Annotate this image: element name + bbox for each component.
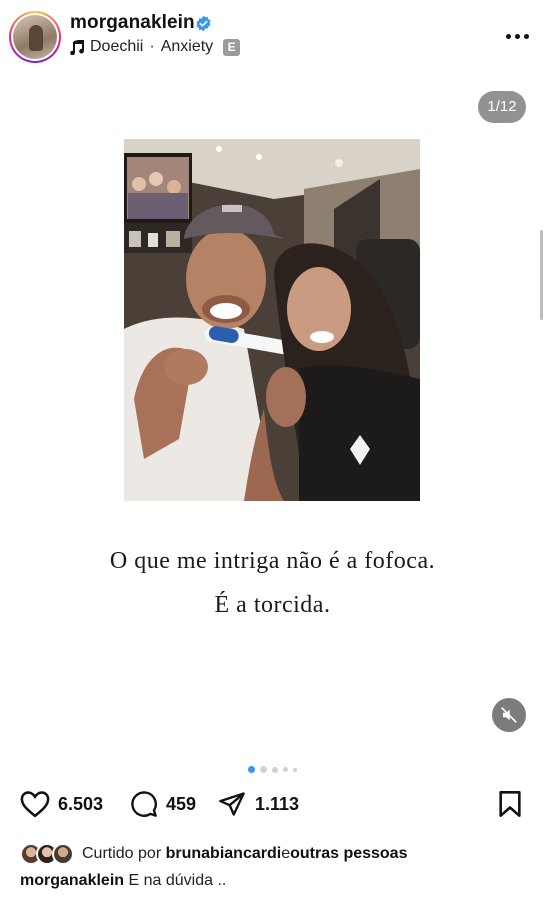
liked-by-avatars — [20, 843, 74, 865]
like-button[interactable]: 6.503 — [20, 790, 103, 818]
save-button[interactable] — [498, 790, 522, 818]
liked-by-others[interactable]: outras pessoas — [290, 845, 407, 863]
carousel-dot-active — [248, 766, 255, 773]
verified-badge-icon — [196, 15, 211, 32]
music-track[interactable]: Doechii · Anxiety E — [70, 38, 241, 56]
post-header: morganaklein Doechii · Anxiety E — [0, 0, 545, 72]
liked-by-user[interactable]: brunabiancardi — [166, 845, 282, 863]
carousel-dot — [272, 766, 278, 773]
username[interactable]: morganaklein — [70, 12, 195, 34]
liked-by-row[interactable]: Curtido por brunabiancardi e outras pess… — [20, 843, 407, 865]
artist-name: Doechii — [90, 38, 144, 55]
profile-avatar[interactable] — [9, 11, 61, 63]
more-options-button[interactable] — [503, 24, 531, 48]
post-text-line-2: É a torcida. — [214, 592, 331, 618]
speaker-muted-icon — [501, 707, 517, 723]
liked-by-prefix: Curtido por — [82, 845, 162, 862]
more-horizontal-icon — [505, 33, 511, 39]
heart-icon — [20, 791, 50, 818]
caption-text: E na dúvida .. — [128, 872, 227, 889]
action-bar: 6.503 459 1.113 — [0, 790, 545, 826]
song-name: Anxiety — [160, 38, 214, 55]
comment-count: 459 — [166, 793, 197, 814]
comment-button[interactable]: 459 — [130, 790, 196, 818]
post-text-line-1: O que me intriga não é a fofoca. — [109, 548, 436, 574]
comment-icon — [131, 791, 157, 817]
share-button[interactable]: 1.113 — [217, 790, 299, 818]
caption[interactable]: morganaklein E na dúvida .. — [20, 872, 226, 890]
share-count: 1.113 — [255, 793, 300, 814]
music-note-icon — [70, 39, 84, 55]
separator: · — [149, 38, 155, 55]
caption-username[interactable]: morganaklein — [20, 872, 124, 889]
carousel-dot — [283, 767, 288, 772]
like-count: 6.503 — [58, 793, 104, 814]
carousel-dot — [260, 766, 267, 773]
bookmark-icon — [499, 791, 521, 817]
carousel-dot — [293, 767, 297, 772]
carousel-dots — [0, 766, 545, 773]
liked-by-connector: e — [281, 845, 291, 862]
explicit-badge: E — [223, 38, 241, 56]
post-media[interactable]: 1/12 O que me intriga não é a fofoca. É … — [0, 72, 545, 760]
scrollbar[interactable] — [540, 230, 543, 320]
avatar — [52, 843, 74, 865]
photo-illustration — [124, 139, 420, 501]
post-photo[interactable] — [124, 139, 420, 501]
mute-audio-button[interactable] — [492, 698, 526, 732]
carousel-counter: 1/12 — [478, 91, 526, 123]
send-icon — [219, 792, 245, 816]
